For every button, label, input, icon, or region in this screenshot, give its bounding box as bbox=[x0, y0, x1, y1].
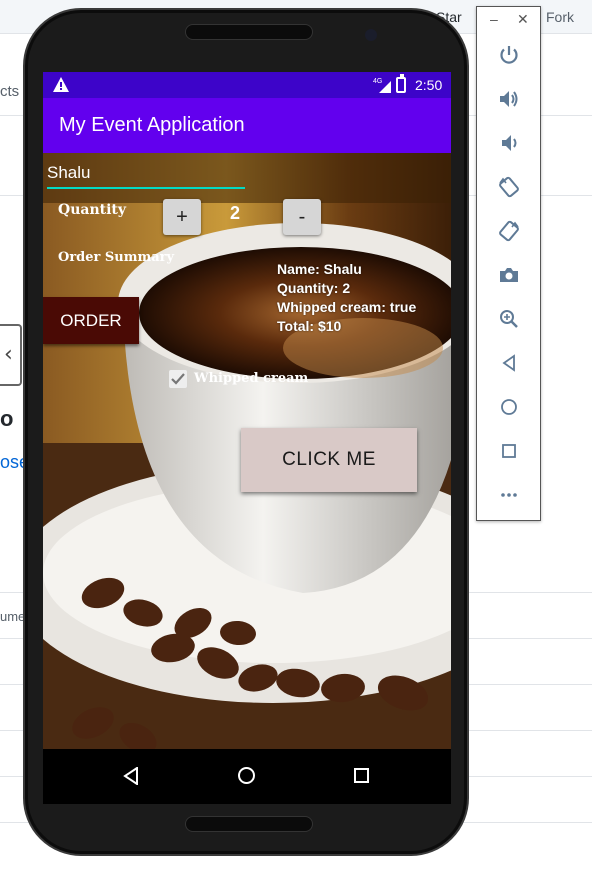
rotate-right-icon[interactable] bbox=[497, 219, 521, 243]
back-icon[interactable] bbox=[497, 351, 521, 375]
phone-screen: 4G 2:50 My Event Application Shalu Quant… bbox=[43, 72, 451, 804]
emulator-toolbar: – ✕ bbox=[476, 6, 541, 521]
quantity-label: Quantity bbox=[58, 202, 127, 218]
camera-icon[interactable] bbox=[497, 263, 521, 287]
increment-button[interactable]: + bbox=[163, 199, 201, 235]
home-icon[interactable] bbox=[238, 767, 255, 784]
battery-icon bbox=[396, 74, 406, 93]
main-content: Shalu Quantity + 2 - Order Summary Name:… bbox=[43, 153, 451, 768]
collapse-panel-button[interactable]: ‹ bbox=[0, 324, 22, 386]
order-summary-label: Order Summary bbox=[58, 250, 175, 265]
order-button[interactable]: ORDER bbox=[43, 297, 139, 344]
background-column-fragment: ume bbox=[0, 609, 26, 624]
summary-quantity: Quantity: 2 bbox=[277, 280, 351, 296]
whipped-cream-checkbox[interactable] bbox=[169, 370, 187, 388]
status-time: 2:50 bbox=[415, 77, 443, 93]
quantity-value: 2 bbox=[230, 203, 241, 223]
order-summary-text: Name: Shalu Quantity: 2 Whipped cream: t… bbox=[277, 260, 416, 336]
rotate-left-icon[interactable] bbox=[497, 175, 521, 199]
power-icon[interactable] bbox=[497, 43, 521, 67]
navigation-bar bbox=[43, 749, 451, 804]
network-type: 4G bbox=[373, 78, 382, 85]
app-title: My Event Application bbox=[59, 114, 245, 136]
minimize-icon[interactable]: – bbox=[490, 11, 498, 27]
overview-icon[interactable] bbox=[497, 439, 521, 463]
signal-icon: 4G bbox=[373, 78, 391, 93]
front-camera bbox=[365, 29, 377, 41]
home-icon[interactable] bbox=[497, 395, 521, 419]
background-tab-fragment[interactable]: cts bbox=[0, 83, 19, 100]
volume-up-icon[interactable] bbox=[497, 87, 521, 111]
click-me-button[interactable]: CLICK ME bbox=[241, 428, 417, 492]
summary-total: Total: $10 bbox=[277, 318, 342, 334]
status-bar: 4G 2:50 bbox=[43, 72, 451, 98]
recents-icon[interactable] bbox=[354, 768, 369, 783]
warning-icon bbox=[53, 77, 69, 92]
zoom-icon[interactable] bbox=[497, 307, 521, 331]
close-icon[interactable]: ✕ bbox=[517, 11, 529, 28]
decrement-button[interactable]: - bbox=[283, 199, 321, 235]
name-input[interactable]: Shalu bbox=[47, 163, 245, 189]
summary-name: Name: Shalu bbox=[277, 261, 362, 277]
fork-button[interactable]: Fork bbox=[546, 9, 574, 25]
background-heading-fragment: o bbox=[0, 406, 14, 431]
app-bar: My Event Application bbox=[43, 98, 451, 153]
whipped-cream-label[interactable]: Whipped cream bbox=[194, 371, 308, 386]
summary-whipped-cream: Whipped cream: true bbox=[277, 299, 417, 315]
top-speaker bbox=[185, 24, 313, 40]
back-icon[interactable] bbox=[123, 767, 139, 785]
volume-down-icon[interactable] bbox=[497, 131, 521, 155]
chevron-left-icon: ‹ bbox=[4, 342, 13, 367]
bottom-speaker bbox=[185, 816, 313, 832]
checkmark-icon bbox=[171, 373, 185, 385]
more-icon[interactable] bbox=[497, 483, 521, 507]
